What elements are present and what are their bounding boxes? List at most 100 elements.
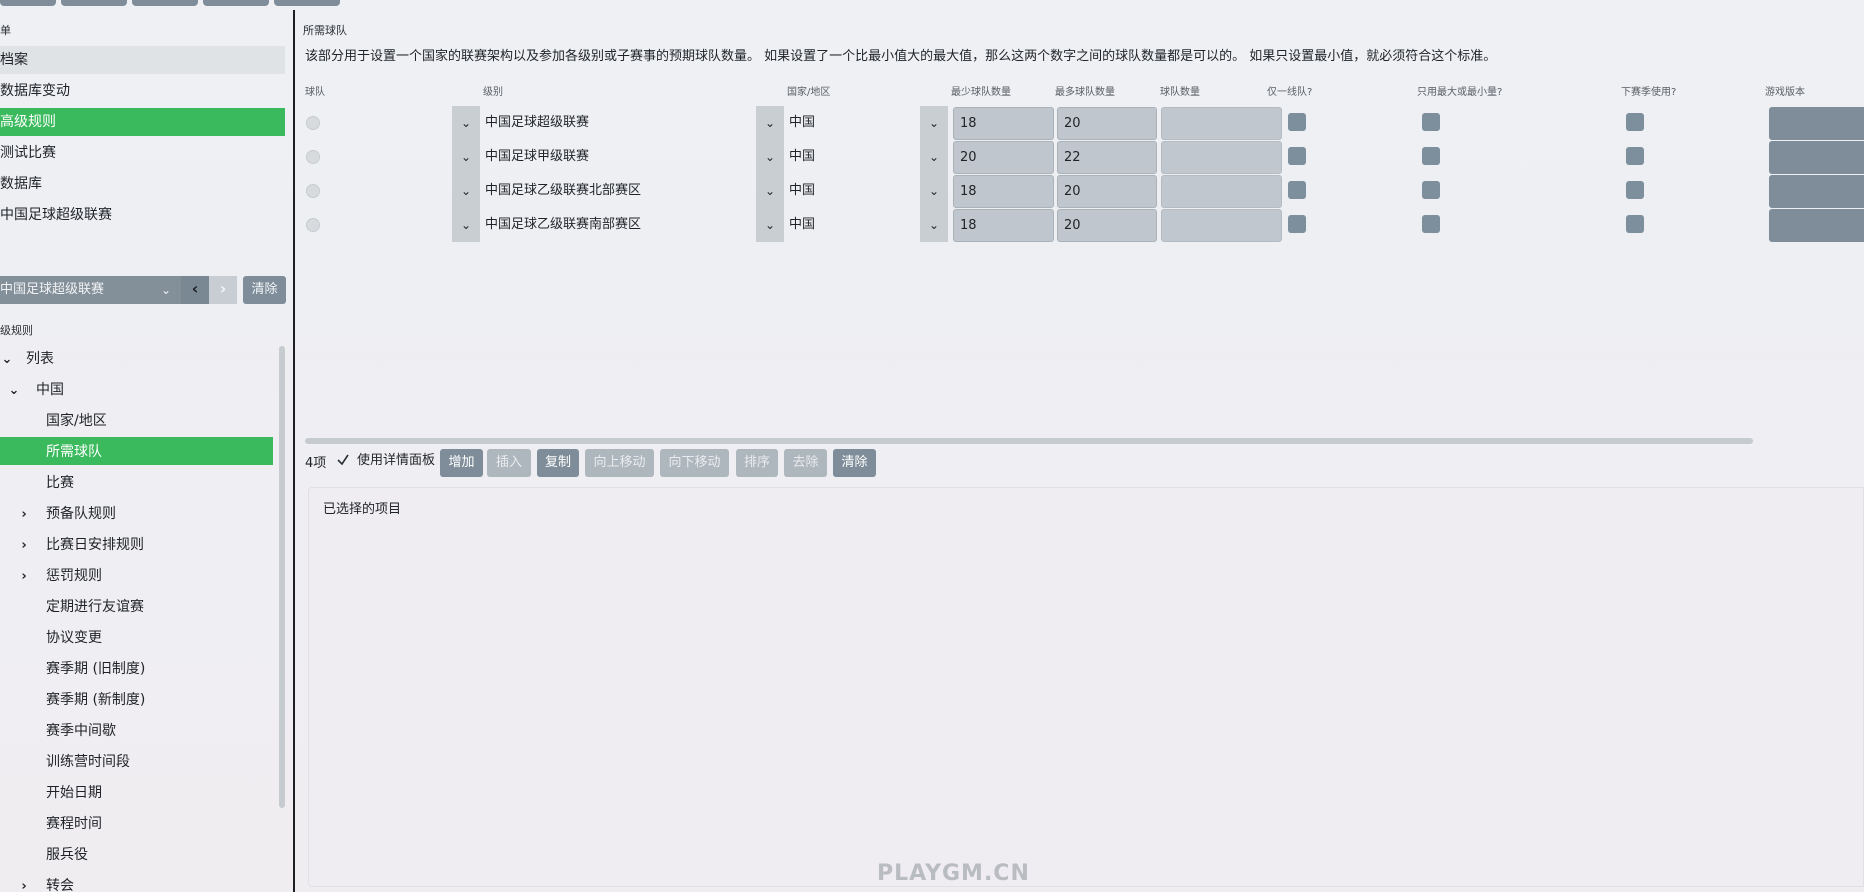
level-dropdown-button[interactable]: ⌄ — [452, 174, 480, 208]
column-header-next-season[interactable]: 下赛季使用? — [1621, 83, 1676, 98]
tree-scrollbar[interactable] — [279, 346, 285, 808]
insert-button[interactable]: 插入 — [487, 449, 531, 477]
max-teams-input[interactable]: 20 — [1057, 175, 1157, 208]
table-horizontal-scrollbar[interactable] — [305, 438, 1753, 444]
first-team-only-checkbox[interactable] — [1288, 113, 1306, 131]
max-teams-input[interactable]: 20 — [1057, 209, 1157, 242]
tree-item-nation[interactable]: 国家/地区 — [46, 407, 107, 435]
competition-selector[interactable]: 中国足球超级联赛 ⌄ — [0, 276, 208, 304]
nation-dropdown-button[interactable]: ⌄ — [756, 106, 784, 140]
detail-panel-checkbox[interactable] — [335, 452, 351, 468]
tree-item-matchday-rules[interactable]: › 比赛日安排规则 — [17, 531, 144, 559]
column-header-team-count[interactable]: 球队数量 — [1160, 83, 1200, 98]
chevron-right-icon: › — [21, 569, 27, 584]
first-team-only-checkbox[interactable] — [1288, 147, 1306, 165]
min-teams-input[interactable]: 20 — [953, 141, 1054, 174]
tree-item-fixture-times[interactable]: 赛程时间 — [46, 810, 102, 838]
top-toolbar-button[interactable] — [203, 0, 269, 6]
tree-item-penalty-rules[interactable]: › 惩罚规则 — [17, 562, 102, 590]
next-season-checkbox[interactable] — [1626, 181, 1644, 199]
top-toolbar-button[interactable] — [0, 0, 56, 6]
clear-button[interactable]: 清除 — [833, 449, 876, 477]
team-count-field[interactable] — [1161, 107, 1282, 140]
menu-item-csl[interactable]: 中国足球超级联赛 — [0, 201, 285, 229]
menu-item-database-changes[interactable]: 数据库变动 — [0, 77, 285, 105]
page-description: 该部分用于设置一个国家的联赛架构以及参加各级别或子赛事的预期球队数量。 如果设置… — [305, 49, 1497, 64]
game-version-button[interactable] — [1769, 141, 1864, 174]
max-teams-input[interactable]: 22 — [1057, 141, 1157, 174]
column-header-level[interactable]: 级别 — [483, 83, 503, 98]
sort-button[interactable]: 排序 — [736, 449, 778, 477]
menu-item-advanced-rules[interactable]: 高级规则 — [0, 108, 285, 136]
game-version-button[interactable] — [1769, 209, 1864, 242]
game-version-button[interactable] — [1769, 175, 1864, 208]
selector-clear-button[interactable]: 清除 — [243, 276, 286, 304]
level-dropdown-button[interactable]: ⌄ — [452, 106, 480, 140]
next-season-checkbox[interactable] — [1626, 147, 1644, 165]
next-arrow-button[interactable]: › — [209, 276, 237, 304]
column-header-team[interactable]: 球队 — [305, 83, 325, 98]
level-dropdown-button[interactable]: ⌄ — [452, 140, 480, 174]
copy-button[interactable]: 复制 — [537, 449, 579, 477]
min-teams-input[interactable]: 18 — [953, 175, 1054, 208]
max-teams-input[interactable]: 20 — [1057, 107, 1157, 140]
tree-item-agreement-changes[interactable]: 协议变更 — [46, 624, 102, 652]
tree-item-military-service[interactable]: 服兵役 — [46, 841, 88, 869]
top-toolbar-button[interactable] — [132, 0, 198, 6]
tree-item-required-teams[interactable]: 所需球队 — [46, 438, 102, 466]
tree-item-china[interactable]: ⌄ 中国 — [7, 376, 64, 404]
max-or-min-only-checkbox[interactable] — [1422, 181, 1440, 199]
column-header-game-version[interactable]: 游戏版本 — [1765, 83, 1805, 98]
column-header-min-teams[interactable]: 最少球队数量 — [951, 83, 1011, 98]
first-team-only-checkbox[interactable] — [1288, 215, 1306, 233]
menu-item-database[interactable]: 数据库 — [0, 170, 285, 198]
tree-item-season-new[interactable]: 赛季期 (新制度) — [46, 686, 145, 714]
nation-extra-dropdown-button[interactable]: ⌄ — [920, 140, 948, 174]
nation-dropdown-button[interactable]: ⌄ — [756, 174, 784, 208]
first-team-only-checkbox[interactable] — [1288, 181, 1306, 199]
panel-divider[interactable] — [293, 10, 295, 892]
min-teams-input[interactable]: 18 — [953, 209, 1054, 242]
team-count-field[interactable] — [1161, 141, 1282, 174]
prev-arrow-button[interactable]: ‹ — [181, 276, 209, 304]
tree-item-season-old[interactable]: 赛季期 (旧制度) — [46, 655, 145, 683]
tree-item-midseason-break[interactable]: 赛季中间歇 — [46, 717, 116, 745]
selected-items-panel — [308, 487, 1864, 887]
menu-item-archive[interactable]: 档案 — [0, 46, 285, 74]
nation-dropdown-button[interactable]: ⌄ — [756, 208, 784, 242]
column-header-nation[interactable]: 国家/地区 — [787, 83, 830, 98]
next-season-checkbox[interactable] — [1626, 113, 1644, 131]
tree-item-reserve-rules[interactable]: › 预备队规则 — [17, 500, 116, 528]
tree-item-training-camp[interactable]: 训练营时间段 — [46, 748, 130, 776]
max-or-min-only-checkbox[interactable] — [1422, 215, 1440, 233]
column-header-max-teams[interactable]: 最多球队数量 — [1055, 83, 1115, 98]
move-down-button[interactable]: 向下移动 — [660, 449, 729, 477]
column-header-max-or-min-only[interactable]: 只用最大或最小量? — [1417, 83, 1502, 98]
top-toolbar-button[interactable] — [274, 0, 340, 6]
remove-button[interactable]: 去除 — [784, 449, 827, 477]
tree-item-list[interactable]: ⌄ 列表 — [0, 345, 54, 373]
move-up-button[interactable]: 向上移动 — [585, 449, 654, 477]
column-header-first-team-only[interactable]: 仅一线队? — [1267, 83, 1312, 98]
team-count-field[interactable] — [1161, 209, 1282, 242]
tree-item-transfers[interactable]: › 转会 — [17, 872, 74, 892]
tree-item-start-date[interactable]: 开始日期 — [46, 779, 102, 807]
add-button[interactable]: 增加 — [440, 449, 483, 477]
nation-dropdown-button[interactable]: ⌄ — [756, 140, 784, 174]
game-version-button[interactable] — [1769, 107, 1864, 140]
max-or-min-only-checkbox[interactable] — [1422, 147, 1440, 165]
max-or-min-only-checkbox[interactable] — [1422, 113, 1440, 131]
nation-extra-dropdown-button[interactable]: ⌄ — [920, 106, 948, 140]
min-teams-input[interactable]: 18 — [953, 107, 1054, 140]
next-season-checkbox[interactable] — [1626, 215, 1644, 233]
nation-extra-dropdown-button[interactable]: ⌄ — [920, 208, 948, 242]
menu-item-test-match[interactable]: 测试比赛 — [0, 139, 285, 167]
tree-item-friendlies[interactable]: 定期进行友谊赛 — [46, 593, 144, 621]
chevron-right-icon: › — [21, 879, 27, 892]
level-dropdown-button[interactable]: ⌄ — [452, 208, 480, 242]
tree-item-matches[interactable]: 比赛 — [46, 469, 74, 497]
team-count-field[interactable] — [1161, 175, 1282, 208]
top-toolbar-button[interactable] — [61, 0, 127, 6]
nation-extra-dropdown-button[interactable]: ⌄ — [920, 174, 948, 208]
team-status-icon — [306, 116, 320, 130]
